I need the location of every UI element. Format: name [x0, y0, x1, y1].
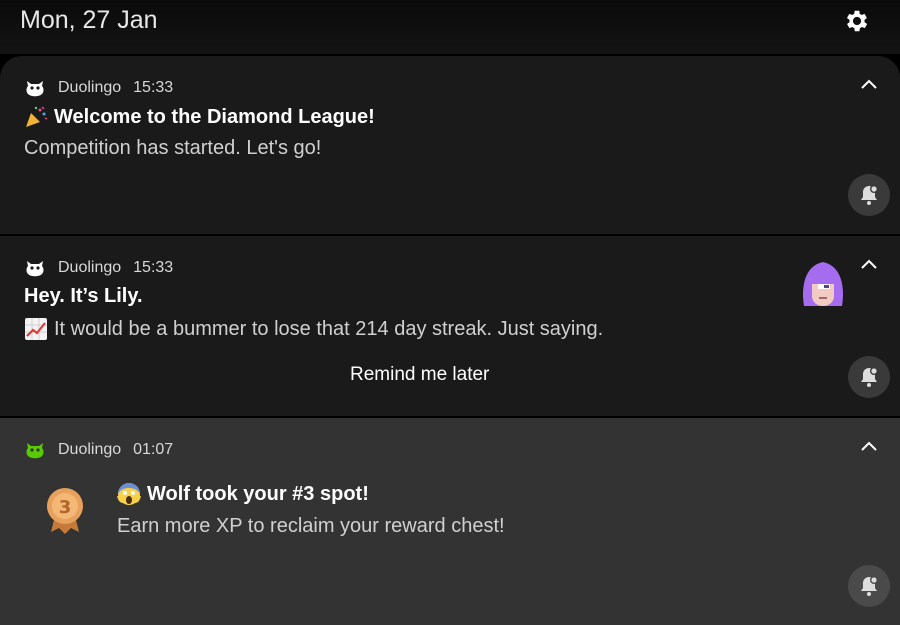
body-text: Competition has started. Let's go! [24, 137, 322, 159]
notification-time: 15:33 [133, 259, 174, 276]
notification-body: Earn more XP to reclaim your reward ches… [117, 515, 505, 538]
snooze-bell-button[interactable] [848, 356, 890, 398]
notification-card-lily[interactable]: Duolingo 15:33 Hey. It’s Lily. It would … [0, 236, 900, 416]
body-text: Earn more XP to reclaim your reward ches… [117, 515, 505, 537]
app-header: Duolingo 01:07 [24, 438, 173, 462]
duolingo-owl-icon [26, 443, 44, 459]
bell-snooze-icon [861, 576, 878, 596]
app-name: Duolingo [58, 259, 122, 276]
notification-card-wolf[interactable]: Duolingo 01:07 3 Wolf took your #3 spot!… [0, 418, 900, 625]
notification-card-diamond-league[interactable]: Duolingo 15:33 Welcome to the Diamond Le… [0, 56, 900, 234]
notification-body: Competition has started. Let's go! [24, 137, 321, 160]
duolingo-owl-icon [26, 261, 44, 277]
settings-gear-icon[interactable] [843, 7, 871, 35]
app-header: Duolingo 15:33 [24, 76, 173, 100]
app-name: Duolingo [58, 79, 122, 96]
notification-title: Welcome to the Diamond League! [24, 105, 375, 129]
bronze-rank-badge: 3 [47, 488, 83, 534]
body-text: It would be a bummer to lose that 214 da… [54, 317, 604, 340]
snooze-bell-button[interactable] [848, 174, 890, 216]
lily-avatar [802, 262, 844, 306]
snooze-bell-button[interactable] [848, 565, 890, 607]
notification-time: 01:07 [133, 441, 174, 458]
chevron-up-icon[interactable] [860, 256, 878, 274]
remind-me-later-button[interactable]: Remind me later [350, 364, 489, 386]
bell-snooze-icon [861, 185, 878, 205]
bell-snooze-icon [861, 367, 878, 387]
title-text: Welcome to the Diamond League! [54, 105, 375, 128]
notification-title: Wolf took your #3 spot! [117, 482, 369, 506]
title-text: Wolf took your #3 spot! [147, 482, 369, 505]
duolingo-owl-icon [26, 81, 44, 97]
chart-increasing-icon [25, 318, 47, 340]
badge-rank-number: 3 [59, 497, 72, 518]
notification-title: Hey. It’s Lily. [24, 285, 143, 308]
notification-body: It would be a bummer to lose that 214 da… [24, 317, 603, 341]
status-bar: Mon, 27 Jan [0, 0, 900, 54]
title-text: Hey. It’s Lily. [24, 285, 143, 307]
app-header: Duolingo 15:33 [24, 256, 173, 280]
app-name: Duolingo [58, 441, 122, 458]
chevron-up-icon[interactable] [860, 76, 878, 94]
party-popper-icon [26, 106, 48, 127]
date-text: Mon, 27 Jan [20, 6, 158, 34]
chevron-up-icon[interactable] [860, 438, 878, 456]
notification-time: 15:33 [133, 79, 174, 96]
face-screaming-icon [117, 483, 141, 505]
